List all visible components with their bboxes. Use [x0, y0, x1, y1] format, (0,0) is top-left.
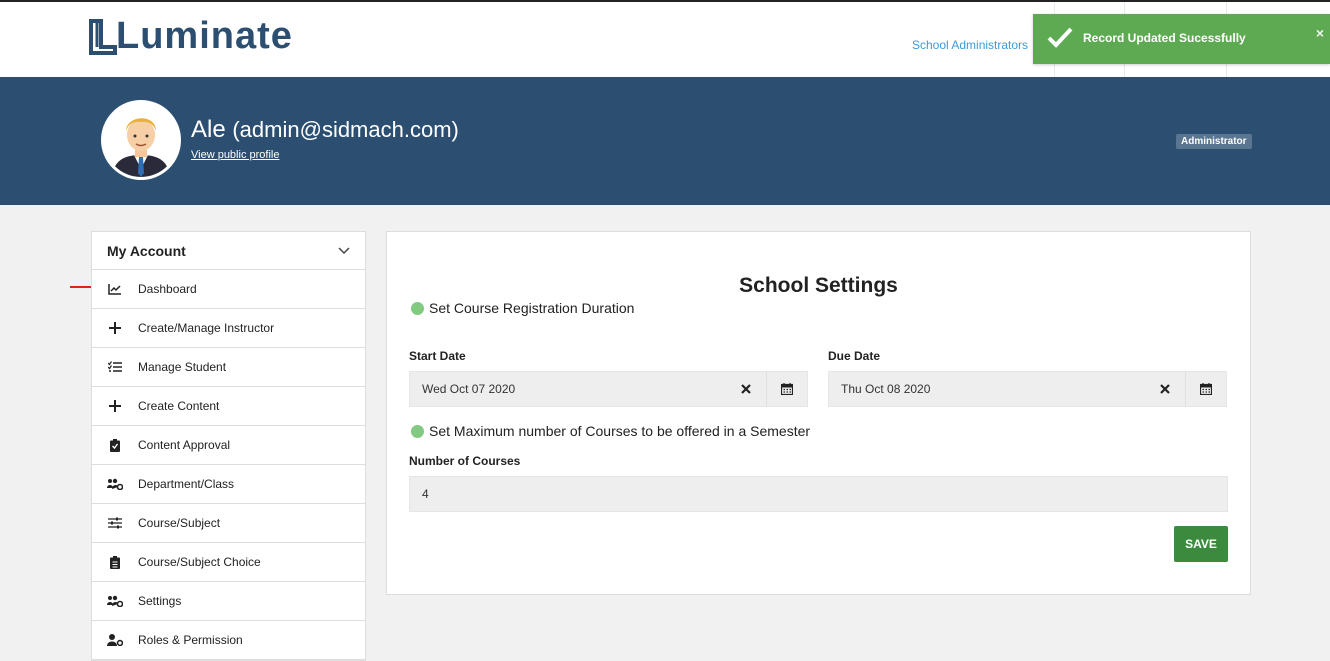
plus-icon [107, 398, 123, 414]
sidebar-item-content-approval[interactable]: Content Approval [92, 426, 365, 465]
number-of-courses-label: Number of Courses [409, 454, 521, 468]
sidebar-item-label: Content Approval [138, 438, 231, 452]
clipboard-check-icon [107, 437, 123, 453]
logo-text: Luminate [116, 14, 293, 57]
account-sidebar: My Account Dashboard Create/Manage Instr… [91, 231, 366, 661]
school-settings-card: School Settings Set Course Registration … [386, 231, 1251, 595]
sidebar-item-create-content[interactable]: Create Content [92, 387, 365, 426]
sidebar-item-settings[interactable]: Settings [92, 582, 365, 621]
sidebar-item-course-subject[interactable]: Course/Subject [92, 504, 365, 543]
sidebar-item-manage-student[interactable]: Manage Student [92, 348, 365, 387]
calendar-icon[interactable] [1185, 371, 1226, 407]
sidebar-item-roles-permission[interactable]: Roles & Permission [92, 621, 365, 660]
sidebar-header[interactable]: My Account [92, 232, 365, 270]
chevron-down-icon [338, 246, 350, 254]
users-cog-icon [107, 593, 123, 609]
person-avatar-icon [104, 103, 178, 177]
profile-username: Ale [191, 116, 226, 143]
view-public-profile-link[interactable]: View public profile [191, 149, 279, 161]
start-date-value: Wed Oct 07 2020 [422, 382, 516, 396]
close-icon[interactable]: × [1316, 25, 1324, 41]
success-toast: Record Updated Sucessfully × [1033, 14, 1330, 64]
school-administrators-link[interactable]: School Administrators▼ [912, 38, 1041, 52]
start-date-field[interactable]: Wed Oct 07 2020 [409, 371, 808, 407]
list-check-icon [107, 359, 123, 375]
due-date-field[interactable]: Thu Oct 08 2020 [828, 371, 1227, 407]
sidebar-item-course-subject-choice[interactable]: Course/Subject Choice [92, 543, 365, 582]
due-date-label: Due Date [828, 349, 881, 363]
sidebar-item-label: Create Content [138, 399, 220, 413]
toast-message: Record Updated Sucessfully [1083, 31, 1246, 45]
sliders-icon [107, 515, 123, 531]
sidebar-item-label: Course/Subject Choice [138, 555, 261, 569]
logo-icon [89, 19, 117, 55]
profile-name: Ale (admin@sidmach.com) [191, 116, 459, 144]
sidebar-item-label: Settings [138, 594, 182, 608]
section-heading: Set Course Registration Duration [429, 300, 635, 316]
sidebar-item-label: Create/Manage Instructor [138, 321, 275, 335]
sidebar-item-dashboard[interactable]: Dashboard [92, 270, 365, 309]
avatar [101, 100, 181, 180]
clipboard-list-icon [107, 554, 123, 570]
user-cog-icon [107, 632, 123, 648]
green-dot-icon [411, 424, 424, 438]
clear-icon[interactable] [1145, 371, 1185, 407]
section-max-courses: Set Maximum number of Courses to be offe… [411, 423, 810, 439]
plus-icon [107, 320, 123, 336]
number-of-courses-value: 4 [422, 487, 429, 501]
sidebar-item-create-manage-instructor[interactable]: Create/Manage Instructor [92, 309, 365, 348]
number-of-courses-input[interactable]: 4 [409, 476, 1228, 512]
page-title: School Settings [739, 274, 898, 297]
section-registration-duration: Set Course Registration Duration [411, 300, 634, 316]
sidebar-item-department-class[interactable]: Department/Class [92, 465, 365, 504]
start-date-label: Start Date [409, 349, 466, 363]
sidebar-item-label: Course/Subject [138, 516, 221, 530]
clear-icon[interactable] [726, 371, 766, 407]
profile-email: (admin@sidmach.com) [232, 117, 459, 142]
app-logo[interactable]: Luminate [88, 14, 293, 58]
green-dot-icon [411, 301, 424, 315]
save-button[interactable]: SAVE [1174, 526, 1228, 562]
sidebar-item-label: Dashboard [138, 282, 197, 296]
due-date-value: Thu Oct 08 2020 [841, 382, 931, 396]
calendar-icon[interactable] [766, 371, 807, 407]
sidebar-item-label: Manage Student [138, 360, 227, 374]
school-administrators-label: School Administrators [912, 38, 1029, 52]
sidebar-item-label: Department/Class [138, 477, 235, 491]
users-cog-icon [107, 476, 123, 492]
role-badge: Administrator [1176, 134, 1252, 149]
sidebar-title: My Account [107, 242, 186, 259]
chart-line-icon [107, 281, 123, 297]
sidebar-item-label: Roles & Permission [138, 633, 243, 647]
check-icon [1047, 27, 1073, 48]
section-heading: Set Maximum number of Courses to be offe… [429, 423, 811, 439]
